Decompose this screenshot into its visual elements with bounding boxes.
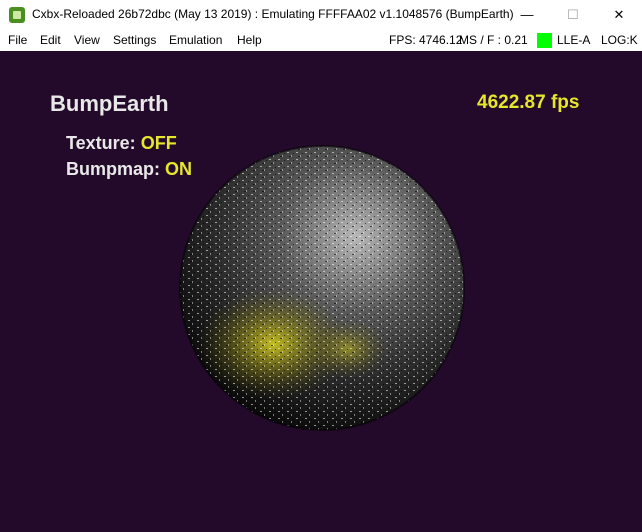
texture-value: OFF [140, 133, 177, 153]
render-viewport[interactable]: BumpEarth 4622.87 fps Texture: OFF Bumpm… [0, 51, 642, 532]
menu-settings[interactable]: Settings [113, 33, 156, 47]
menu-emulation[interactable]: Emulation [169, 33, 222, 47]
texture-setting: Texture: OFF [66, 133, 177, 154]
status-led-indicator [537, 33, 552, 48]
lle-status[interactable]: LLE-A [557, 33, 590, 47]
window-title: Cxbx-Reloaded 26b72dbc (May 13 2019) : E… [32, 7, 514, 21]
bumpmap-setting: Bumpmap: ON [66, 159, 192, 180]
close-button[interactable]: ✕ [596, 0, 642, 30]
minimize-button[interactable]: — [504, 0, 550, 30]
log-status[interactable]: LOG:K [601, 33, 638, 47]
demo-fps: 4622.87 fps [477, 92, 580, 113]
menu-help[interactable]: Help [237, 33, 262, 47]
demo-title: BumpEarth [50, 91, 169, 116]
menu-view[interactable]: View [74, 33, 100, 47]
menu-file[interactable]: File [8, 33, 27, 47]
texture-label: Texture: [66, 133, 136, 153]
menu-edit[interactable]: Edit [40, 33, 61, 47]
fps-readout: FPS: 4746.12 [389, 33, 463, 47]
ms-per-frame-readout: MS / F : 0.21 [459, 33, 528, 47]
app-icon [9, 7, 25, 23]
bumpmap-label: Bumpmap: [66, 159, 160, 179]
title-bar: Cxbx-Reloaded 26b72dbc (May 13 2019) : E… [0, 0, 642, 30]
bump-earth-globe [179, 145, 465, 431]
maximize-button[interactable]: ☐ [550, 0, 596, 30]
